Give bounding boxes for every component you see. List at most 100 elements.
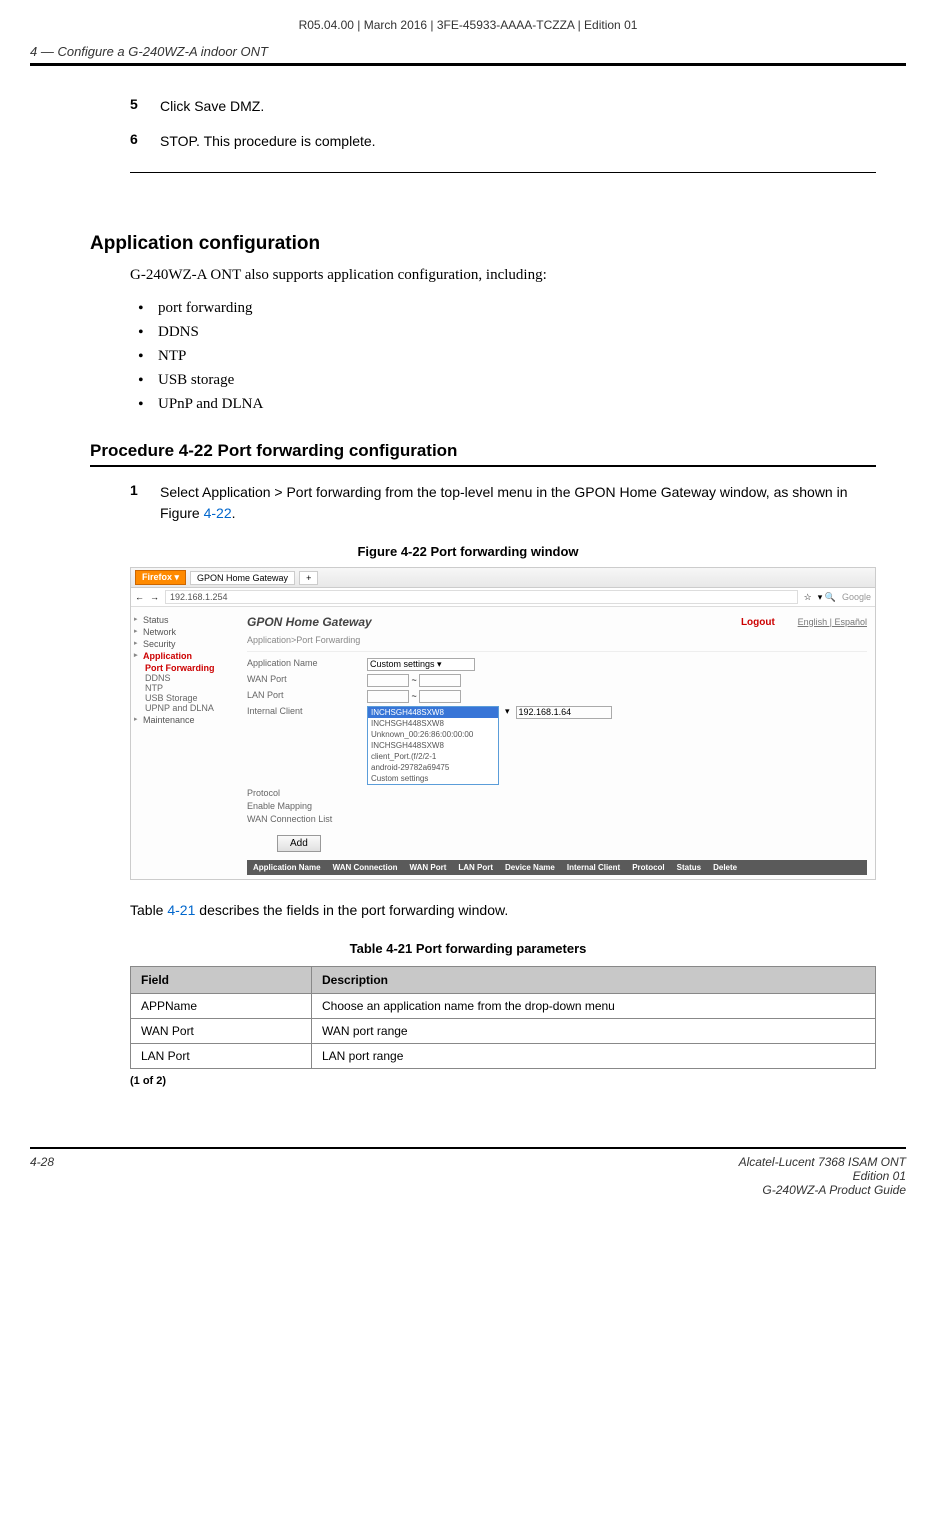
step-text: Click Save DMZ.	[160, 96, 876, 117]
feature-list: port forwarding DDNS NTP USB storage UPn…	[130, 296, 876, 416]
sidebar-sub-usb-storage[interactable]: USB Storage	[145, 693, 235, 703]
new-tab-button[interactable]: +	[299, 571, 318, 585]
dropdown-option[interactable]: INCHSGH448SXW8	[368, 718, 498, 729]
input-internal-ip[interactable]: 192.168.1.64	[516, 706, 612, 719]
cell-description: WAN port range	[312, 1019, 876, 1044]
body-intro: G-240WZ-A ONT also supports application …	[130, 265, 876, 286]
col-header-description: Description	[312, 967, 876, 994]
main-content-panel: GPON Home Gateway Logout English | Españ…	[239, 607, 875, 879]
step-6: 6 STOP. This procedure is complete.	[130, 131, 876, 152]
nav-forward-icon[interactable]: →	[150, 592, 159, 602]
cell-description: LAN port range	[312, 1044, 876, 1069]
col-header: Status	[677, 863, 701, 872]
table-header-row: Field Description	[131, 967, 876, 994]
list-item: NTP	[150, 344, 876, 368]
col-header: Internal Client	[567, 863, 620, 872]
sidebar-sub-ntp[interactable]: NTP	[145, 683, 235, 693]
footer-edition: Edition 01	[739, 1169, 906, 1183]
sidebar-item-status[interactable]: Status	[135, 615, 235, 625]
list-item: UPnP and DLNA	[150, 392, 876, 416]
list-item: DDNS	[150, 320, 876, 344]
table-row: WAN Port WAN port range	[131, 1019, 876, 1044]
col-header-field: Field	[131, 967, 312, 994]
select-application-name[interactable]: Custom settings ▾	[367, 658, 475, 671]
select-internal-client[interactable]: INCHSGH448SXW8 INCHSGH448SXW8 Unknown_00…	[367, 706, 499, 785]
dropdown-option[interactable]: android-29782a69475	[368, 762, 498, 773]
breadcrumb: Application>Port Forwarding	[247, 633, 867, 652]
sidebar-sub-ddns[interactable]: DDNS	[145, 673, 235, 683]
nav-back-icon[interactable]: ←	[135, 592, 144, 602]
heading-procedure-4-22: Procedure 4-22 Port forwarding configura…	[90, 441, 876, 467]
search-box[interactable]: Google	[842, 592, 871, 602]
label-protocol: Protocol	[247, 788, 367, 798]
footer-divider	[30, 1147, 906, 1149]
dropdown-option[interactable]: INCHSGH448SXW8	[368, 740, 498, 751]
sidebar-sub-upnp-dlna[interactable]: UPNP and DLNA	[145, 703, 235, 713]
left-nav-sidebar: Status Network Security Application Port…	[131, 607, 239, 879]
step-text-part: Select Application > Port forwarding fro…	[160, 484, 848, 521]
input-lan-port-from[interactable]	[367, 690, 409, 703]
firefox-menu-button[interactable]: Firefox ▾	[135, 570, 186, 585]
dropdown-option[interactable]: Unknown_00:26:86:00:00:00	[368, 729, 498, 740]
step-text-part: .	[232, 505, 236, 521]
page-title: GPON Home Gateway	[247, 615, 372, 629]
sidebar-sub-port-forwarding[interactable]: Port Forwarding	[145, 663, 235, 673]
input-wan-port-to[interactable]	[419, 674, 461, 687]
add-button[interactable]: Add	[277, 835, 321, 852]
input-lan-port-to[interactable]	[419, 690, 461, 703]
label-wan-connection-list: WAN Connection List	[247, 814, 367, 824]
step-text: Select Application > Port forwarding fro…	[160, 482, 876, 524]
bookmark-star-icon[interactable]: ☆	[804, 592, 812, 603]
sidebar-item-application[interactable]: Application	[135, 651, 235, 661]
sidebar-item-security[interactable]: Security	[135, 639, 235, 649]
dropdown-selected-option[interactable]: INCHSGH448SXW8	[368, 707, 498, 718]
sidebar-item-network[interactable]: Network	[135, 627, 235, 637]
sidebar-item-maintenance[interactable]: Maintenance	[135, 715, 235, 725]
label-enable-mapping: Enable Mapping	[247, 801, 367, 811]
step-number: 6	[130, 131, 160, 152]
table-page-indicator: (1 of 2)	[130, 1075, 906, 1087]
figure-link[interactable]: 4-22	[204, 505, 232, 521]
table-row: APPName Choose an application name from …	[131, 994, 876, 1019]
port-forward-table-header: Application Name WAN Connection WAN Port…	[247, 860, 867, 875]
step-number: 5	[130, 96, 160, 117]
browser-tab[interactable]: GPON Home Gateway	[190, 571, 295, 585]
label-internal-client: Internal Client	[247, 706, 367, 716]
step-5: 5 Click Save DMZ.	[130, 96, 876, 117]
section-running-header: 4 — Configure a G-240WZ-A indoor ONT	[30, 44, 906, 66]
table-link[interactable]: 4-21	[167, 902, 195, 918]
table-reference-text: Table 4-21 describes the fields in the p…	[130, 900, 876, 921]
dropdown-option[interactable]: client_Port.(f/2/2-1	[368, 751, 498, 762]
col-header: Application Name	[253, 863, 321, 872]
search-engine-icon: ▾ 🔍	[818, 592, 836, 603]
cell-field: APPName	[131, 994, 312, 1019]
page-footer: 4-28 Alcatel-Lucent 7368 ISAM ONT Editio…	[30, 1155, 906, 1197]
doc-revision-header: R05.04.00 | March 2016 | 3FE-45933-AAAA-…	[30, 10, 906, 44]
col-header: Device Name	[505, 863, 555, 872]
col-header: WAN Port	[409, 863, 446, 872]
dropdown-arrow-icon: ▾	[505, 706, 510, 717]
page-number: 4-28	[30, 1155, 54, 1197]
input-wan-port-from[interactable]	[367, 674, 409, 687]
col-header: WAN Connection	[333, 863, 398, 872]
footer-guide-title: G-240WZ-A Product Guide	[739, 1183, 906, 1197]
list-item: port forwarding	[150, 296, 876, 320]
figure-caption: Figure 4-22 Port forwarding window	[130, 544, 806, 559]
heading-application-configuration: Application configuration	[90, 233, 906, 255]
cell-description: Choose an application name from the drop…	[312, 994, 876, 1019]
footer-product-line: Alcatel-Lucent 7368 ISAM ONT	[739, 1155, 906, 1169]
section-divider	[130, 172, 876, 173]
browser-tab-bar: Firefox ▾ GPON Home Gateway +	[131, 568, 875, 588]
label-lan-port: LAN Port	[247, 690, 367, 700]
label-application-name: Application Name	[247, 658, 367, 668]
language-selector[interactable]: English | Español	[798, 617, 867, 627]
figure-screenshot: Firefox ▾ GPON Home Gateway + ← → 192.16…	[130, 567, 876, 880]
dropdown-option[interactable]: Custom settings	[368, 773, 498, 784]
logout-link[interactable]: Logout	[741, 617, 775, 628]
col-header: Delete	[713, 863, 737, 872]
table-caption: Table 4-21 Port forwarding parameters	[130, 941, 806, 956]
label-wan-port: WAN Port	[247, 674, 367, 684]
col-header: Protocol	[632, 863, 664, 872]
table-row: LAN Port LAN port range	[131, 1044, 876, 1069]
url-input[interactable]: 192.168.1.254	[165, 590, 798, 604]
